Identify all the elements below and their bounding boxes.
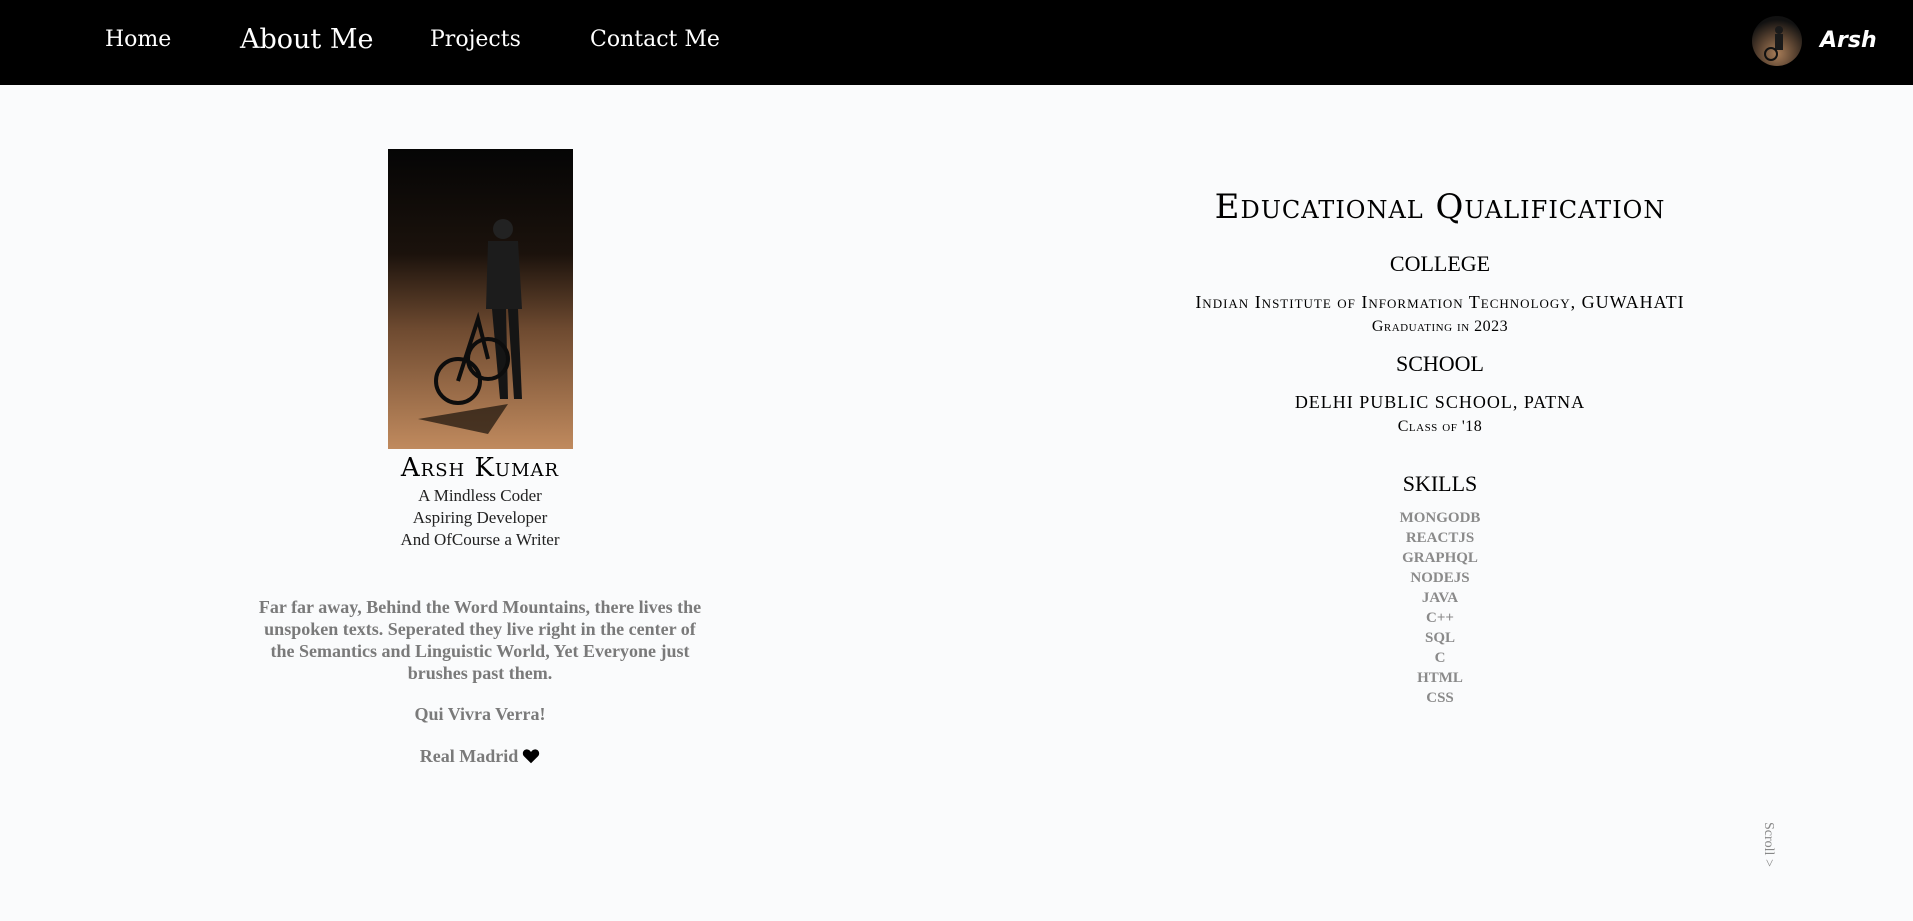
nav-link-contact-me[interactable]: Contact Me — [590, 22, 720, 58]
favorite-club-label: Real Madrid — [419, 746, 519, 766]
skill-item: HTML — [1417, 670, 1463, 686]
tagline-2: Aspiring Developer — [412, 508, 548, 527]
college-heading: COLLEGE — [1389, 251, 1491, 276]
school-detail: Class of '18 — [1397, 418, 1483, 435]
scroll-indicator[interactable]: Scroll > — [1760, 822, 1776, 867]
top-navbar: Home About Me Projects Contact Me Arsh — [0, 0, 1913, 85]
skill-item: MONGODB — [1399, 510, 1481, 526]
skills-list: MONGODB REACTJS GRAPHQL NODEJS JAVA C++ … — [1340, 508, 1540, 708]
education-title: Educational Qualification — [1214, 187, 1666, 227]
avatar-silhouette-icon — [1764, 26, 1783, 61]
nav-link-projects[interactable]: Projects — [430, 22, 521, 58]
nav-link-home[interactable]: Home — [105, 22, 171, 58]
brand-logo[interactable]: Arsh — [1820, 24, 1877, 58]
profile-photo-image — [388, 149, 573, 449]
favorite-club: Real Madrid — [280, 745, 680, 767]
skill-item: GRAPHQL — [1402, 550, 1478, 566]
tagline-1: A Mindless Coder — [418, 486, 542, 505]
motto: Qui Vivra Verra! — [414, 704, 546, 724]
skill-item: C — [1434, 650, 1446, 666]
college-name: Indian Institute of Information Technolo… — [1195, 292, 1685, 312]
skills-heading: SKILLS — [1402, 471, 1478, 496]
bio-paragraph: Far far away, Behind the Word Mountains,… — [258, 597, 702, 683]
tagline-3: And OfCourse a Writer — [400, 530, 560, 549]
school-heading: SCHOOL — [1395, 351, 1484, 376]
heart-icon — [523, 749, 540, 764]
skill-item: CSS — [1426, 690, 1454, 706]
skill-item: C++ — [1426, 610, 1454, 626]
profile-photo — [388, 149, 573, 449]
skill-item: SQL — [1424, 630, 1455, 646]
avatar[interactable] — [1752, 16, 1802, 66]
college-detail: Graduating in 2023 — [1371, 318, 1509, 335]
skill-item: REACTJS — [1405, 530, 1475, 546]
nav-link-about-me[interactable]: About Me — [240, 22, 373, 58]
skill-item: NODEJS — [1410, 570, 1470, 586]
profile-name: Arsh Kumar — [400, 453, 560, 483]
school-name: DELHI PUBLIC SCHOOL, PATNA — [1294, 392, 1586, 412]
skill-item: JAVA — [1421, 590, 1459, 606]
